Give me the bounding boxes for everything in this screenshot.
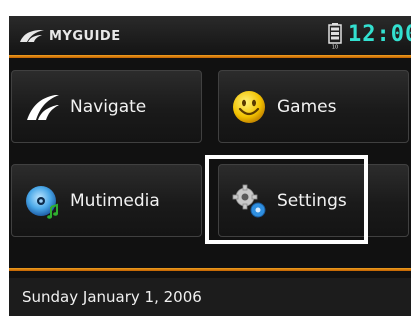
svg-text:10: 10 <box>332 45 338 50</box>
games-button[interactable]: Games <box>218 70 409 143</box>
navigate-label: Navigate <box>70 96 147 117</box>
multimedia-label: Mutimedia <box>70 190 160 211</box>
logo-text: MYGUIDE <box>49 28 121 44</box>
navigate-swoosh-icon <box>27 94 59 120</box>
device-screen: MYGUIDE 10 12:00 Navigate <box>9 16 411 316</box>
brand-logo: MYGUIDE <box>19 28 121 44</box>
smiley-face-icon <box>233 90 265 123</box>
clock: 12:00 <box>348 22 411 47</box>
gears-icon <box>232 184 266 217</box>
games-label: Games <box>277 96 337 117</box>
top-bar: MYGUIDE 10 12:00 <box>9 16 411 55</box>
bottom-divider <box>9 268 411 271</box>
battery-icon: 10 <box>328 23 342 49</box>
multimedia-button[interactable]: Mutimedia <box>11 164 202 237</box>
cd-disc-icon <box>26 185 58 219</box>
top-divider <box>9 55 411 58</box>
myguide-logo-icon <box>20 30 44 42</box>
settings-button[interactable]: Settings <box>218 164 409 237</box>
date-text: Sunday January 1, 2006 <box>22 288 202 306</box>
settings-label: Settings <box>277 190 347 211</box>
navigate-button[interactable]: Navigate <box>11 70 202 143</box>
status-bar: Sunday January 1, 2006 <box>9 278 411 316</box>
